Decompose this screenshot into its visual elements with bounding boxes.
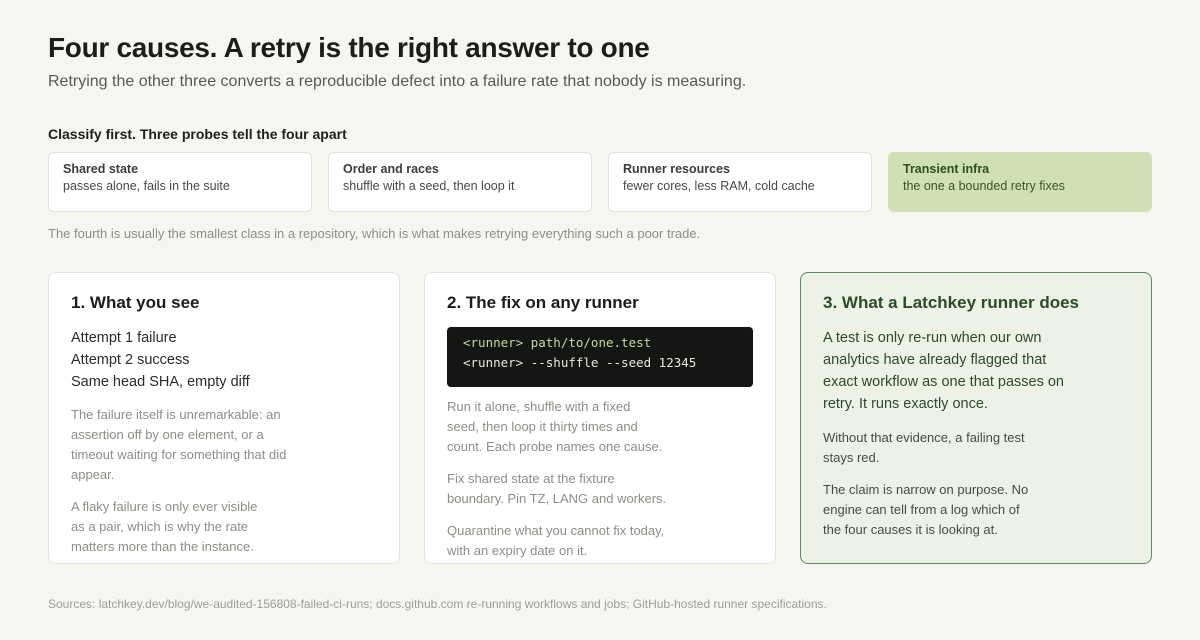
probe-transient-infra: Transient infra the one a bounded retry … bbox=[888, 152, 1152, 212]
text-line: boundary. Pin TZ, LANG and workers. bbox=[447, 491, 667, 506]
probe-description: passes alone, fails in the suite bbox=[63, 179, 230, 193]
card-paragraph: The failure itself is unremarkable: an a… bbox=[71, 405, 377, 485]
card-paragraph: Fix shared state at the fixture boundary… bbox=[447, 469, 753, 509]
card-paragraph: A flaky failure is only ever visible as … bbox=[71, 497, 377, 557]
text-line: appear. bbox=[71, 467, 115, 482]
card-lead: A test is only re-run when our own analy… bbox=[823, 327, 1129, 415]
text-line: Quarantine what you cannot fix today, bbox=[447, 523, 665, 538]
text-line: exact workflow as one that passes on bbox=[823, 374, 1064, 390]
card-latchkey-runner: 3. What a Latchkey runner does A test is… bbox=[800, 272, 1152, 564]
card-title: 3. What a Latchkey runner does bbox=[823, 293, 1080, 312]
text-line: retry. It runs exactly once. bbox=[823, 396, 988, 412]
text-line: A test is only re-run when our own bbox=[823, 330, 1042, 346]
code-block: <runner> path/to/one.test <runner> --shu… bbox=[447, 327, 753, 387]
classify-heading: Classify first. Three probes tell the fo… bbox=[48, 126, 347, 142]
card-paragraph: Quarantine what you cannot fix today, wi… bbox=[447, 521, 753, 561]
text-line: the four causes it is looking at. bbox=[823, 522, 998, 537]
text-line: The failure itself is unremarkable: an bbox=[71, 407, 281, 422]
probe-name: Shared state bbox=[63, 162, 139, 176]
attempt-list: Attempt 1 failure Attempt 2 success Same… bbox=[71, 327, 377, 393]
sources-footnote: Sources: latchkey.dev/blog/we-audited-15… bbox=[48, 597, 827, 611]
card-paragraph: Run it alone, shuffle with a fixed seed,… bbox=[447, 397, 753, 457]
probe-list: Shared state passes alone, fails in the … bbox=[48, 152, 1152, 212]
text-line: as a pair, which is why the rate bbox=[71, 519, 249, 534]
text-line: with an expiry date on it. bbox=[447, 543, 588, 558]
page-subtitle: Retrying the other three converts a repr… bbox=[48, 73, 747, 90]
card-fix-on-any-runner: 2. The fix on any runner <runner> path/t… bbox=[424, 272, 776, 564]
text-line: Without that evidence, a failing test bbox=[823, 430, 1025, 445]
card-what-you-see: 1. What you see Attempt 1 failure Attemp… bbox=[48, 272, 400, 564]
text-line: A flaky failure is only ever visible bbox=[71, 499, 258, 514]
card-paragraph: Without that evidence, a failing test st… bbox=[823, 428, 1129, 468]
text-line: timeout waiting for something that did bbox=[71, 447, 287, 462]
text-line: engine can tell from a log which of bbox=[823, 502, 1020, 517]
code-line: <runner> --shuffle --seed 12345 bbox=[463, 355, 697, 370]
probe-name: Runner resources bbox=[623, 162, 730, 176]
code-line: <runner> path/to/one.test bbox=[463, 335, 652, 350]
probe-name: Transient infra bbox=[903, 162, 990, 176]
card-title: 1. What you see bbox=[71, 293, 200, 312]
page-title: Four causes. A retry is the right answer… bbox=[48, 32, 650, 63]
text-line: assertion off by one element, or a bbox=[71, 427, 264, 442]
card-paragraph: The claim is narrow on purpose. No engin… bbox=[823, 480, 1129, 540]
text-line: matters more than the instance. bbox=[71, 539, 254, 554]
text-line: stays red. bbox=[823, 450, 880, 465]
attempt-line: Attempt 1 failure bbox=[71, 330, 177, 346]
text-line: seed, then loop it thirty times and bbox=[447, 419, 638, 434]
text-line: count. Each probe names one cause. bbox=[447, 439, 663, 454]
probe-description: fewer cores, less RAM, cold cache bbox=[623, 179, 815, 193]
probe-shared-state: Shared state passes alone, fails in the … bbox=[48, 152, 312, 212]
probe-order-and-races: Order and races shuffle with a seed, the… bbox=[328, 152, 592, 212]
attempt-line: Attempt 2 success bbox=[71, 352, 190, 368]
card-title: 2. The fix on any runner bbox=[447, 293, 639, 312]
probe-description: the one a bounded retry fixes bbox=[903, 179, 1065, 193]
attempt-line: Same head SHA, empty diff bbox=[71, 374, 250, 390]
probe-runner-resources: Runner resources fewer cores, less RAM, … bbox=[608, 152, 872, 212]
text-line: Fix shared state at the fixture bbox=[447, 471, 615, 486]
text-line: Run it alone, shuffle with a fixed bbox=[447, 399, 631, 414]
text-line: The claim is narrow on purpose. No bbox=[823, 482, 1029, 497]
text-line: analytics have already flagged that bbox=[823, 352, 1047, 368]
probe-name: Order and races bbox=[343, 162, 439, 176]
classify-note: The fourth is usually the smallest class… bbox=[48, 226, 701, 241]
probe-description: shuffle with a seed, then loop it bbox=[343, 179, 515, 193]
